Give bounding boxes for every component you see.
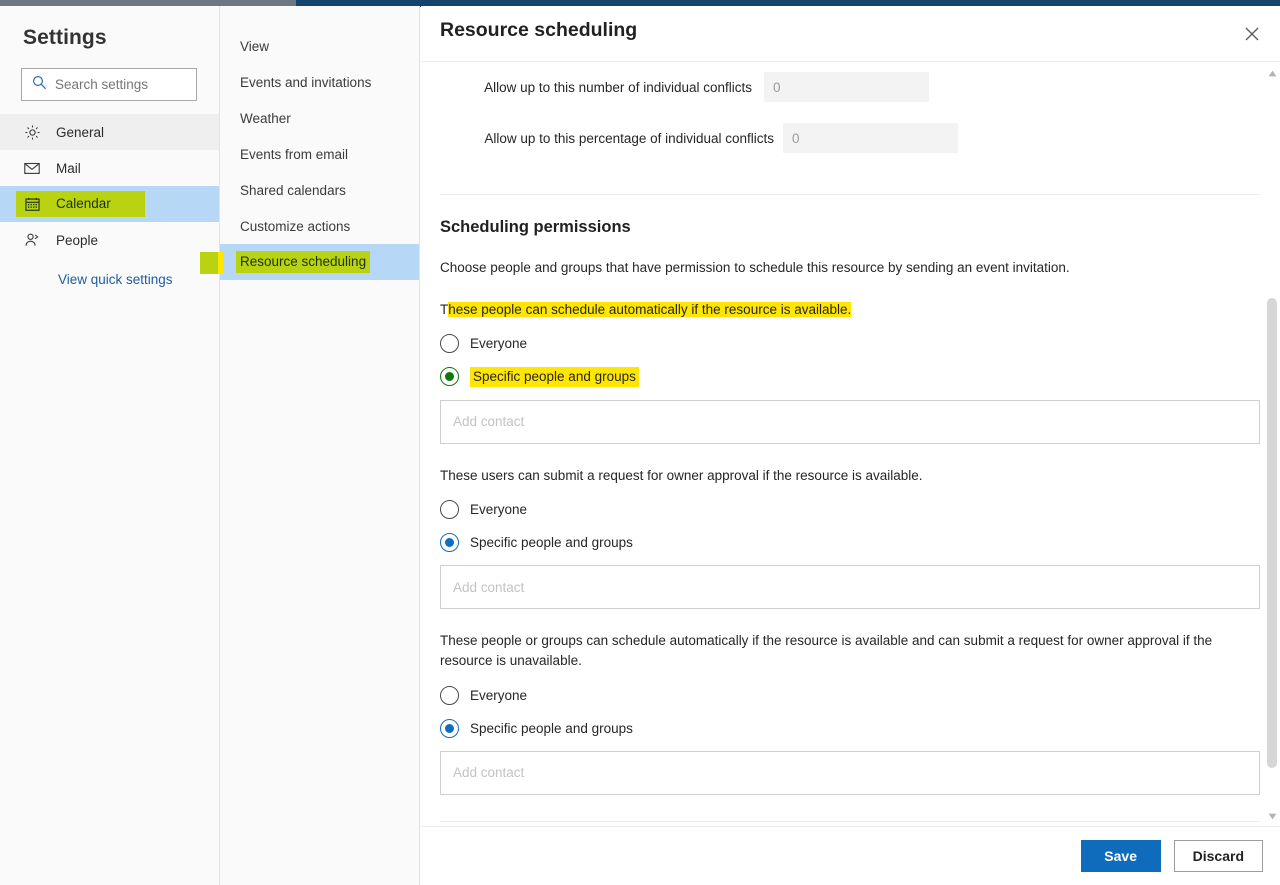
panel-header: Resource scheduling	[421, 6, 1280, 62]
group-2-radio-everyone[interactable]: Everyone	[440, 500, 528, 520]
group-2-add-contact-input[interactable]	[451, 578, 1249, 596]
discard-button[interactable]: Discard	[1173, 840, 1263, 872]
radio-unselected-icon	[440, 685, 459, 705]
panel-title: Resource scheduling	[440, 19, 638, 41]
triangle-down-icon[interactable]	[1264, 808, 1280, 824]
group-2-radio-specific-people[interactable]: Specific people and groups	[440, 533, 633, 553]
conflict-percentage-row: Allow up to this percentage of individua…	[421, 123, 1266, 153]
panel-scrollbar[interactable]	[1264, 63, 1280, 826]
subnav-item-label: View	[240, 38, 270, 54]
subnav-highlight-tail	[218, 252, 223, 274]
conflict-number-row: Allow up to this number of individual co…	[421, 72, 1266, 102]
subnav-item-label: Events from email	[240, 146, 349, 162]
radio-unselected-icon	[440, 500, 459, 520]
sidebar-item-label: General	[56, 124, 105, 140]
scrollbar-thumb[interactable]	[1267, 298, 1277, 768]
close-icon[interactable]	[1236, 18, 1268, 50]
search-icon	[32, 75, 47, 95]
scheduling-permissions-description: Choose people and groups that have permi…	[440, 260, 1070, 275]
radio-label: Specific people and groups	[470, 720, 633, 736]
subnav-item-events-and-invitations[interactable]: Events and invitations	[220, 64, 419, 100]
subnav-item-label: Weather	[240, 110, 291, 126]
settings-shell: Settings Search settings General Mail Ca…	[0, 6, 1280, 885]
group-1-description: These people can schedule automatically …	[440, 300, 1260, 320]
sidebar-item-calendar[interactable]: Calendar	[0, 186, 219, 222]
group-1-add-contact-input[interactable]	[451, 413, 1249, 431]
sidebar-item-label: Calendar	[52, 194, 145, 214]
radio-label: Everyone	[470, 502, 528, 518]
view-quick-settings-link[interactable]: View quick settings	[0, 258, 219, 287]
radio-label: Specific people and groups	[470, 535, 633, 551]
resource-scheduling-panel: Resource scheduling Allow up to this num…	[421, 6, 1280, 885]
radio-unselected-icon	[440, 333, 459, 353]
panel-footer: Save Discard	[421, 826, 1280, 885]
subnav-item-customize-actions[interactable]: Customize actions	[220, 208, 419, 244]
sidebar-item-mail[interactable]: Mail	[0, 150, 219, 186]
group-3-radio-specific-people[interactable]: Specific people and groups	[440, 718, 633, 738]
panel-content: Allow up to this number of individual co…	[421, 63, 1266, 826]
sidebar-item-people[interactable]: People	[0, 222, 219, 258]
panel-scroll-region: Allow up to this number of individual co…	[421, 63, 1280, 826]
group-3-add-contact-input[interactable]	[451, 764, 1249, 782]
group-3-radio-everyone[interactable]: Everyone	[440, 685, 528, 705]
subnav-item-view[interactable]: View	[220, 28, 419, 64]
calendar-highlight-wrapper: Calendar	[16, 191, 145, 217]
group-2-description: These users can submit a request for own…	[440, 467, 923, 483]
calendar-subnav: View Events and invitations Weather Even…	[220, 6, 420, 885]
conflict-number-input[interactable]	[764, 72, 929, 102]
group-1-description-lead: T	[440, 301, 449, 317]
subnav-highlight-overflow	[200, 252, 218, 274]
radio-selected-icon	[440, 718, 459, 738]
triangle-up-icon[interactable]	[1264, 65, 1280, 81]
settings-sidebar: Settings Search settings General Mail Ca…	[0, 6, 220, 885]
radio-label: Specific people and groups	[470, 366, 639, 387]
subnav-item-label: Customize actions	[240, 218, 351, 234]
group-3-description: These people or groups can schedule auto…	[440, 633, 1213, 669]
sidebar-item-label: People	[56, 232, 99, 248]
subnav-item-weather[interactable]: Weather	[220, 100, 419, 136]
gear-icon	[22, 122, 42, 142]
save-button[interactable]: Save	[1080, 840, 1161, 872]
calendar-icon	[22, 194, 42, 214]
conflict-percentage-input[interactable]	[783, 123, 958, 153]
conflict-percentage-label: Allow up to this percentage of individua…	[484, 130, 774, 146]
radio-label: Everyone	[470, 335, 528, 351]
radio-selected-icon	[440, 533, 459, 553]
search-input[interactable]	[55, 77, 185, 92]
search-settings-box[interactable]	[21, 68, 197, 101]
group-2-add-contact-box[interactable]	[440, 565, 1260, 610]
subnav-item-shared-calendars[interactable]: Shared calendars	[220, 172, 419, 208]
subnav-item-events-from-email[interactable]: Events from email	[220, 136, 419, 172]
envelope-icon	[22, 158, 42, 178]
group-1-add-contact-box[interactable]	[440, 399, 1260, 444]
group-1-description-highlight: hese people can schedule automatically i…	[448, 301, 852, 317]
group-3-add-contact-box[interactable]	[440, 750, 1260, 795]
section-divider	[440, 194, 1260, 195]
group-1-radio-everyone[interactable]: Everyone	[440, 333, 528, 353]
scheduling-permissions-heading: Scheduling permissions	[440, 218, 631, 236]
subnav-item-resource-scheduling[interactable]: Resource scheduling	[220, 244, 419, 280]
subnav-item-label: Shared calendars	[240, 182, 346, 198]
group-1-radio-specific-people[interactable]: Specific people and groups	[440, 366, 639, 387]
subnav-item-label: Events and invitations	[240, 74, 372, 90]
section-divider-2	[440, 820, 1260, 822]
sidebar-item-general[interactable]: General	[0, 114, 219, 150]
page-title: Settings	[23, 26, 107, 49]
radio-label: Everyone	[470, 687, 528, 703]
radio-selected-icon	[440, 367, 459, 387]
conflict-number-label: Allow up to this number of individual co…	[484, 79, 752, 95]
person-icon	[22, 230, 42, 250]
subnav-item-label: Resource scheduling	[236, 251, 371, 273]
sidebar-item-label: Mail	[56, 160, 81, 176]
